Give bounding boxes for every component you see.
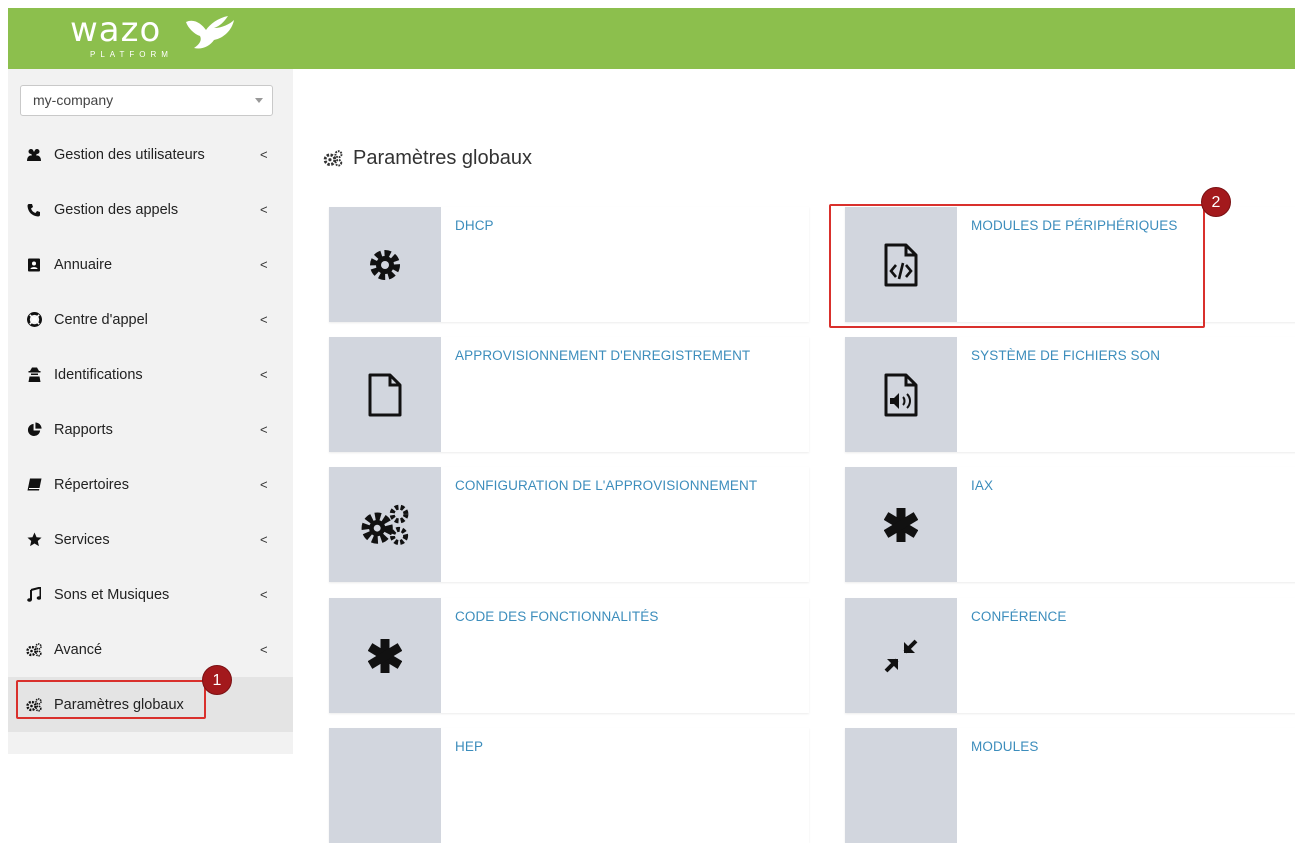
cogs-icon [329,467,441,582]
card-code-fonctionnalites[interactable]: CODE DES FONCTIONNALITÉS [329,598,809,713]
card-label[interactable]: APPROVISIONNEMENT D'ENREGISTREMENT [455,348,750,363]
chevron-left-icon: < [260,587,268,602]
page-title-text: Paramètres globaux [353,147,532,169]
card-label[interactable]: MODULES [971,739,1038,754]
caret-down-icon [255,98,263,103]
card-icon-area [845,728,957,843]
card-conference[interactable]: CONFÉRENCE [845,598,1295,713]
tenant-select-value: my-company [33,92,114,108]
tenant-select[interactable]: my-company [20,85,273,116]
sidebar-item-identifications[interactable]: Identifications < [8,347,293,402]
card-label[interactable]: CONFÉRENCE [971,609,1067,624]
sidebar-item-label: Répertoires [54,476,129,493]
sidebar-item-label: Services [54,531,110,548]
chevron-left-icon: < [260,312,268,327]
phone-icon [26,202,42,218]
sidebar-item-gestion-utilisateurs[interactable]: Gestion des utilisateurs < [8,127,293,182]
cogs-icon [26,642,42,658]
card-dhcp[interactable]: DHCP [329,207,809,322]
user-secret-icon [26,367,42,383]
users-icon [26,147,42,163]
music-icon [26,587,42,603]
asterisk-icon [329,598,441,713]
gear-icon [329,207,441,322]
chevron-left-icon: < [260,147,268,162]
annotation-highlight-2 [829,204,1205,328]
sidebar-item-label: Annuaire [54,256,113,273]
chevron-left-icon: < [260,532,268,547]
annotation-badge-2: 2 [1201,187,1231,217]
compress-icon [845,598,957,713]
sidebar-item-gestion-appels[interactable]: Gestion des appels < [8,182,293,237]
file-icon [329,337,441,452]
sidebar-item-label: Identifications [54,366,143,383]
sidebar-item-label: Rapports [54,421,113,438]
sidebar-item-sons-musiques[interactable]: Sons et Musiques < [8,567,293,622]
star-icon [26,532,42,548]
sidebar-item-annuaire[interactable]: Annuaire < [8,237,293,292]
card-systeme-fichiers-son[interactable]: SYSTÈME DE FICHIERS SON [845,337,1295,452]
logo-subtext: PLATFORM [90,50,173,59]
life-ring-icon [26,312,42,328]
card-configuration-approvisionnement[interactable]: CONFIGURATION DE L'APPROVISIONNEMENT [329,467,809,582]
file-audio-icon [845,337,957,452]
sidebar-item-label: Centre d'appel [54,311,148,328]
chevron-left-icon: < [260,422,268,437]
bird-icon [186,16,234,49]
sidebar-item-centre-appel[interactable]: Centre d'appel < [8,292,293,347]
wazo-logo[interactable]: wazo PLATFORM [70,10,234,59]
sidebar-item-label: Avancé [54,641,103,658]
sidebar-item-label: Gestion des utilisateurs [54,146,205,163]
sidebar-item-avance[interactable]: Avancé < [8,622,293,677]
logo-text: wazo [70,10,162,50]
sidebar-item-repertoires[interactable]: Répertoires < [8,457,293,512]
chevron-left-icon: < [260,202,268,217]
book-icon [26,477,42,493]
card-label[interactable]: HEP [455,739,483,754]
card-modules[interactable]: MODULES [845,728,1295,843]
page-title: Paramètres globaux [323,147,532,170]
address-book-icon [26,257,42,273]
chevron-left-icon: < [260,257,268,272]
sidebar-item-label: Sons et Musiques [54,586,170,603]
sidebar-item-label: Gestion des appels [54,201,179,218]
pie-chart-icon [26,422,42,438]
cogs-icon [323,150,343,167]
chevron-left-icon: < [260,477,268,492]
card-label[interactable]: SYSTÈME DE FICHIERS SON [971,348,1160,363]
card-approvisionnement-enregistrement[interactable]: APPROVISIONNEMENT D'ENREGISTREMENT [329,337,809,452]
sidebar-item-rapports[interactable]: Rapports < [8,402,293,457]
annotation-badge-1: 1 [202,665,232,695]
sidebar: my-company Gestion des utilisateurs < Ge… [8,69,293,754]
sidebar-menu: Gestion des utilisateurs < Gestion des a… [8,127,293,732]
card-label[interactable]: CONFIGURATION DE L'APPROVISIONNEMENT [455,478,757,493]
card-label[interactable]: DHCP [455,218,494,233]
card-icon-area [329,728,441,843]
chevron-left-icon: < [260,367,268,382]
card-label[interactable]: IAX [971,478,993,493]
card-label[interactable]: CODE DES FONCTIONNALITÉS [455,609,658,624]
chevron-left-icon: < [260,642,268,657]
annotation-highlight-1 [16,680,206,719]
asterisk-icon [845,467,957,582]
card-iax[interactable]: IAX [845,467,1295,582]
card-hep[interactable]: HEP [329,728,809,843]
top-header: wazo PLATFORM [8,8,1295,69]
sidebar-item-services[interactable]: Services < [8,512,293,567]
